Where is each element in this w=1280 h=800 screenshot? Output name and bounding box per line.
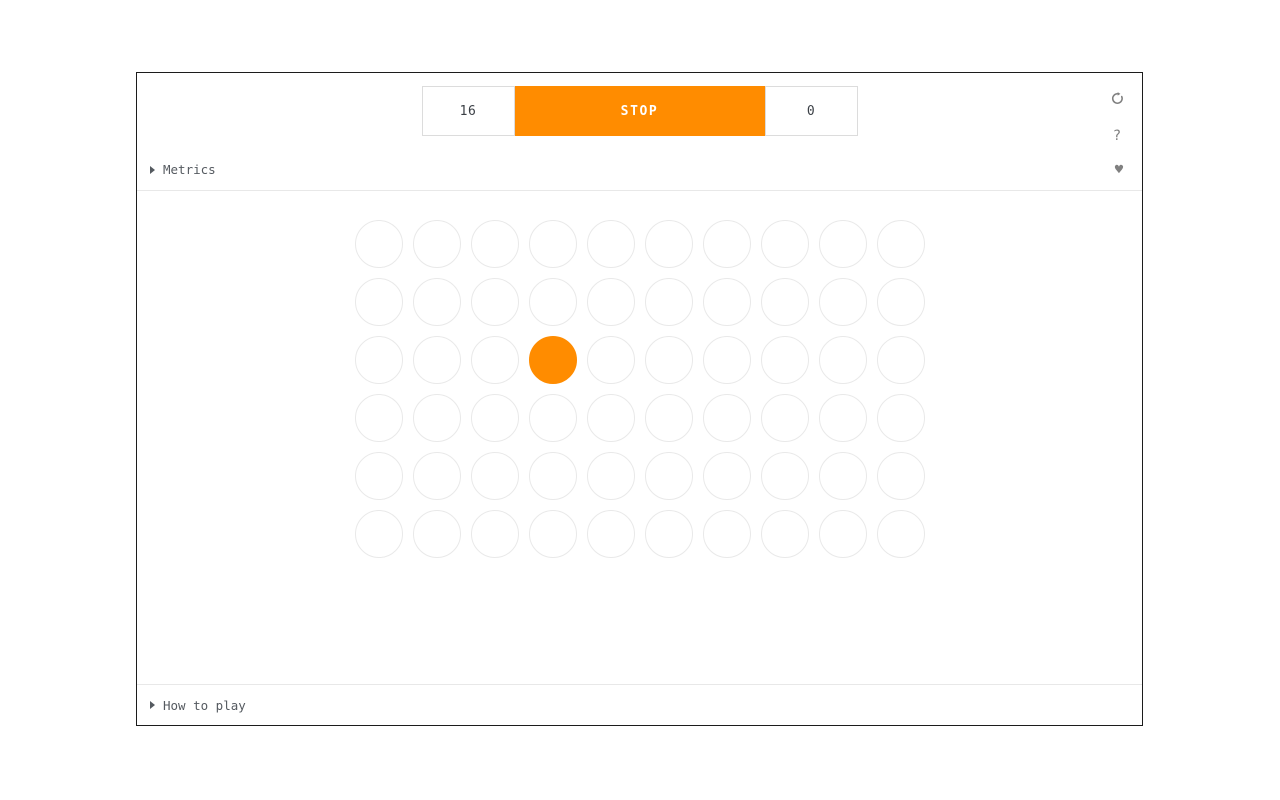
grid-cell[interactable]: [586, 394, 635, 442]
grid-cell[interactable]: [412, 394, 461, 442]
grid-cell[interactable]: [586, 220, 635, 268]
board-area: [137, 191, 1142, 685]
grid-cell[interactable]: [412, 220, 461, 268]
game-window: 16 STOP 0 ? Metrics ♥ How to play: [136, 72, 1143, 726]
grid-cell[interactable]: [354, 394, 403, 442]
grid-cell[interactable]: [470, 510, 519, 558]
grid-cell[interactable]: [818, 510, 867, 558]
grid-cell[interactable]: [760, 510, 809, 558]
grid-cell[interactable]: [470, 452, 519, 500]
grid-cell[interactable]: [818, 220, 867, 268]
grid-cell[interactable]: [760, 278, 809, 326]
grid-cell[interactable]: [528, 510, 577, 558]
grid-cell[interactable]: [818, 336, 867, 384]
grid-cell[interactable]: [818, 452, 867, 500]
grid-cell[interactable]: [586, 510, 635, 558]
game-grid: [350, 215, 930, 563]
grid-cell[interactable]: [760, 336, 809, 384]
grid-cell[interactable]: [470, 394, 519, 442]
chevron-right-icon: [150, 701, 155, 709]
metrics-label: Metrics: [163, 162, 216, 177]
grid-cell[interactable]: [702, 278, 751, 326]
grid-cell[interactable]: [528, 452, 577, 500]
how-to-play-label: How to play: [163, 697, 246, 713]
footer-strip: How to play: [137, 685, 1142, 725]
grid-cell[interactable]: [818, 394, 867, 442]
grid-cell[interactable]: [354, 220, 403, 268]
grid-cell[interactable]: [354, 452, 403, 500]
grid-cell[interactable]: [644, 278, 693, 326]
grid-cell[interactable]: [818, 278, 867, 326]
grid-cell[interactable]: [412, 278, 461, 326]
help-icon[interactable]: ?: [1106, 125, 1128, 147]
control-bar: 16 STOP 0 ?: [137, 73, 1142, 149]
grid-cell[interactable]: [528, 394, 577, 442]
grid-cell[interactable]: [586, 452, 635, 500]
grid-cell[interactable]: [702, 452, 751, 500]
metrics-strip: Metrics ♥: [137, 149, 1142, 191]
grid-cell[interactable]: [354, 278, 403, 326]
control-group: 16 STOP 0: [421, 86, 858, 136]
grid-cell[interactable]: [586, 278, 635, 326]
grid-cell[interactable]: [702, 394, 751, 442]
grid-cell-active[interactable]: [528, 336, 577, 384]
grid-cell[interactable]: [876, 220, 925, 268]
chevron-right-icon: [150, 165, 155, 174]
grid-cell[interactable]: [876, 510, 925, 558]
grid-cell[interactable]: [876, 452, 925, 500]
timer-field[interactable]: 16: [421, 86, 515, 136]
grid-cell[interactable]: [470, 278, 519, 326]
grid-cell[interactable]: [702, 336, 751, 384]
grid-cell[interactable]: [702, 510, 751, 558]
metrics-disclosure[interactable]: Metrics: [150, 162, 216, 177]
grid-cell[interactable]: [644, 452, 693, 500]
grid-cell[interactable]: [412, 336, 461, 384]
grid-cell[interactable]: [354, 510, 403, 558]
heart-icon[interactable]: ♥: [1108, 159, 1130, 181]
grid-cell[interactable]: [760, 394, 809, 442]
grid-cell[interactable]: [644, 510, 693, 558]
how-to-play-disclosure[interactable]: How to play: [150, 698, 246, 713]
grid-cell[interactable]: [876, 278, 925, 326]
grid-cell[interactable]: [354, 336, 403, 384]
restart-icon[interactable]: [1106, 87, 1128, 109]
stop-button[interactable]: STOP: [514, 86, 765, 136]
grid-cell[interactable]: [876, 336, 925, 384]
score-field[interactable]: 0: [764, 86, 858, 136]
grid-cell[interactable]: [644, 220, 693, 268]
grid-cell[interactable]: [412, 452, 461, 500]
grid-cell[interactable]: [528, 278, 577, 326]
grid-cell[interactable]: [586, 336, 635, 384]
grid-cell[interactable]: [876, 394, 925, 442]
grid-cell[interactable]: [644, 336, 693, 384]
grid-cell[interactable]: [470, 220, 519, 268]
grid-cell[interactable]: [644, 394, 693, 442]
grid-cell[interactable]: [702, 220, 751, 268]
grid-cell[interactable]: [470, 336, 519, 384]
grid-cell[interactable]: [412, 510, 461, 558]
grid-cell[interactable]: [528, 220, 577, 268]
grid-cell[interactable]: [760, 452, 809, 500]
grid-cell[interactable]: [760, 220, 809, 268]
